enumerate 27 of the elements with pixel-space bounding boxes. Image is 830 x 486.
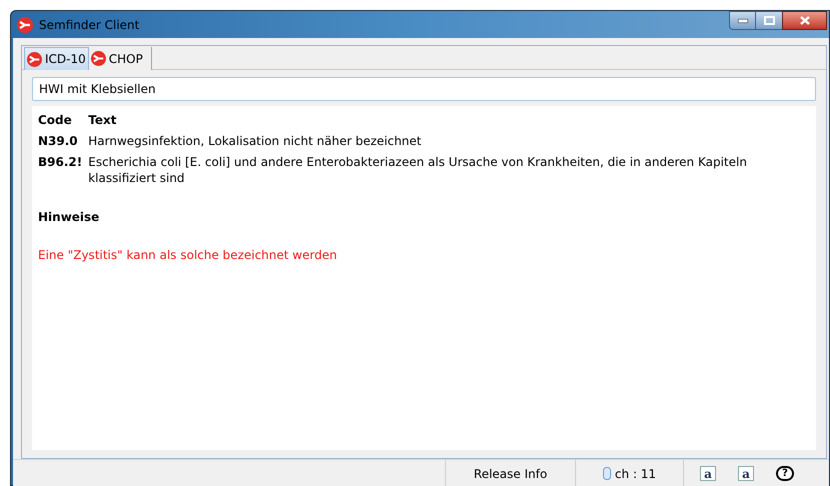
- code-cell-text: B96.2!: [38, 154, 82, 171]
- database-icon: [602, 467, 611, 480]
- font-smaller-button[interactable]: a: [700, 466, 716, 481]
- maximize-button[interactable]: [756, 11, 782, 30]
- tab[interactable]: CHOP: [88, 47, 152, 70]
- close-button[interactable]: [782, 11, 827, 30]
- channel-label: ch : 11: [614, 466, 656, 482]
- maximize-icon: [764, 16, 774, 25]
- help-button[interactable]: ?: [776, 466, 794, 481]
- notes-heading: Hinweise: [38, 209, 100, 226]
- logo-icon: [90, 51, 106, 66]
- window-title: Semfinder Client: [39, 16, 140, 34]
- column-header: Code: [38, 112, 73, 128]
- logo-icon: [17, 16, 33, 32]
- tab[interactable]: ICD-10: [24, 47, 89, 70]
- text-cell-text: Escherichia coli [E. coli] und andere Enterobakteriazeen als Ursache von Krankheiten, die in anderen Kapiteln klassifiziert sind: [88, 154, 748, 186]
- note-text: Eine "Zystitis" kann als solche bezeichnet werden: [38, 247, 338, 264]
- code-cell-text: N39.0: [38, 133, 79, 149]
- font-larger-button[interactable]: a: [738, 466, 754, 481]
- minimize-icon: [738, 18, 748, 22]
- search-field[interactable]: HWI mit Klebsiellen: [32, 77, 816, 101]
- release-info-label[interactable]: Release Info: [474, 464, 548, 482]
- text-cell-text: Harnwegsinfektion, Lokalisation nicht näher bezeichnet: [88, 133, 422, 149]
- logo-icon: [27, 52, 42, 66]
- column-header: Text: [88, 112, 118, 128]
- close-icon: [800, 16, 810, 25]
- minimize-button[interactable]: [729, 11, 756, 30]
